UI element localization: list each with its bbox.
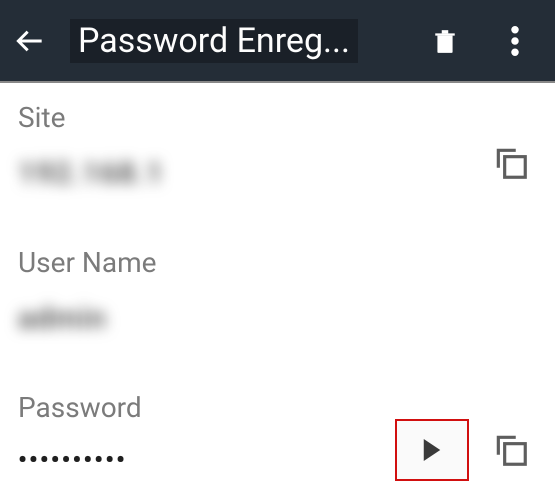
username-section: User Name admin bbox=[18, 246, 537, 336]
copy-password-button[interactable] bbox=[489, 428, 533, 472]
password-actions bbox=[395, 419, 533, 481]
site-section: Site 192.168.1 bbox=[18, 101, 537, 191]
arrow-left-icon bbox=[16, 27, 44, 55]
more-button[interactable] bbox=[495, 21, 535, 61]
page-title: Password Enreg... bbox=[70, 19, 358, 63]
username-label: User Name bbox=[18, 246, 537, 279]
copy-icon bbox=[492, 144, 530, 182]
title-container: Password Enreg... bbox=[70, 19, 425, 63]
site-label: Site bbox=[18, 101, 537, 134]
header-actions bbox=[425, 21, 535, 61]
username-value[interactable]: admin bbox=[18, 301, 537, 336]
back-button[interactable] bbox=[10, 21, 50, 61]
password-section: Password •••••••••• bbox=[18, 391, 537, 474]
content-area: Site 192.168.1 User Name admin Password … bbox=[0, 83, 555, 474]
site-value[interactable]: 192.168.1 bbox=[18, 156, 537, 191]
copy-icon bbox=[492, 431, 530, 469]
reveal-password-button[interactable] bbox=[395, 419, 469, 481]
more-vertical-icon bbox=[511, 26, 519, 56]
app-header: Password Enreg... bbox=[0, 0, 555, 83]
trash-icon bbox=[432, 26, 458, 56]
delete-button[interactable] bbox=[425, 21, 465, 61]
play-icon bbox=[423, 439, 441, 461]
site-actions bbox=[489, 141, 533, 185]
copy-site-button[interactable] bbox=[489, 141, 533, 185]
